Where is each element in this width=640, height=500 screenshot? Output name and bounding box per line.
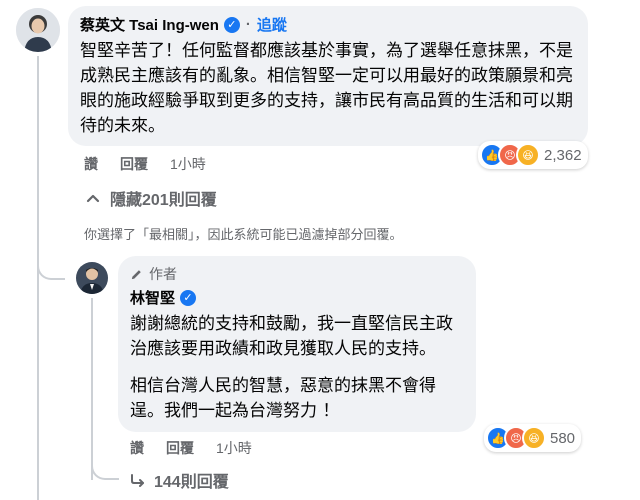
chevron-up-icon: [86, 194, 100, 203]
tsai-avatar-image: [16, 8, 60, 52]
filter-notice: 你選擇了「最相關」，因此系統可能已過濾掉部分回覆。: [84, 227, 403, 242]
reactions-count: 2,362: [544, 146, 582, 164]
reactions-summary[interactable]: 👍 😠 😆 580: [484, 424, 582, 452]
haha-reaction-icon: 😆: [522, 426, 546, 450]
avatar[interactable]: [16, 8, 60, 52]
reply-author-name[interactable]: 林智堅: [130, 287, 175, 308]
verified-badge-icon: ✓: [180, 289, 197, 306]
reply-text-paragraph-1: 謝謝總統的支持和鼓勵，我一直堅信民主政治應該要用政績和政見獲取人民的支持。: [130, 314, 453, 359]
reply-actions: 讚 回覆 1小時: [130, 438, 252, 458]
author-badge-label: 作者: [149, 266, 177, 282]
thread-connector-more: [91, 458, 119, 480]
comment-actions: 讚 回覆 1小時: [84, 154, 206, 174]
verified-badge-icon: ✓: [223, 16, 240, 33]
haha-reaction-icon: 😆: [516, 143, 540, 167]
lin-avatar-image: [76, 262, 108, 294]
thread-line-main: [37, 56, 39, 500]
like-button[interactable]: 讚: [130, 438, 144, 458]
reply-text-paragraph-2: 相信台灣人民的智慧，惡意的抹黑不會得逞。我們一起為台灣努力 ！: [130, 376, 436, 421]
reply-arrow-icon: [131, 474, 144, 487]
comment-text: 智堅辛苦了！任何監督都應該基於事實，為了選舉任意抹黑，不是成熟民主應該有的亂象。…: [80, 41, 573, 136]
reply-button[interactable]: 回覆: [120, 154, 148, 174]
like-button[interactable]: 讚: [84, 154, 98, 174]
author-tag: 作者: [130, 264, 464, 284]
comment-author-name[interactable]: 蔡英文 Tsai Ing-wen: [80, 14, 219, 35]
reactions-count: 580: [550, 429, 576, 447]
timestamp[interactable]: 1小時: [216, 438, 252, 458]
follow-button[interactable]: 追蹤: [257, 14, 287, 35]
reply-button[interactable]: 回覆: [166, 438, 194, 458]
view-more-replies-button[interactable]: 144則回覆: [130, 468, 229, 492]
comment-bubble: 蔡英文 Tsai Ing-wen ✓ · 追蹤 智堅辛苦了！任何監督都應該基於事…: [68, 6, 588, 146]
avatar[interactable]: [76, 262, 108, 294]
reactions-summary[interactable]: 👍 😠 😆 2,362: [478, 141, 588, 169]
thread-connector: [37, 258, 65, 280]
separator-dot: ·: [245, 16, 251, 33]
hide-replies-label: 隱藏201則回覆: [110, 192, 217, 209]
reply-bubble: 作者 林智堅 ✓ 謝謝總統的支持和鼓勵，我一直堅信民主政治應該要用政績和政見獲取…: [118, 256, 476, 432]
more-replies-label: 144則回覆: [154, 474, 229, 491]
pencil-icon: [131, 269, 141, 279]
hide-replies-button[interactable]: 隱藏201則回覆: [86, 186, 217, 210]
timestamp[interactable]: 1小時: [170, 154, 206, 174]
thread-line-reply: [91, 298, 93, 480]
